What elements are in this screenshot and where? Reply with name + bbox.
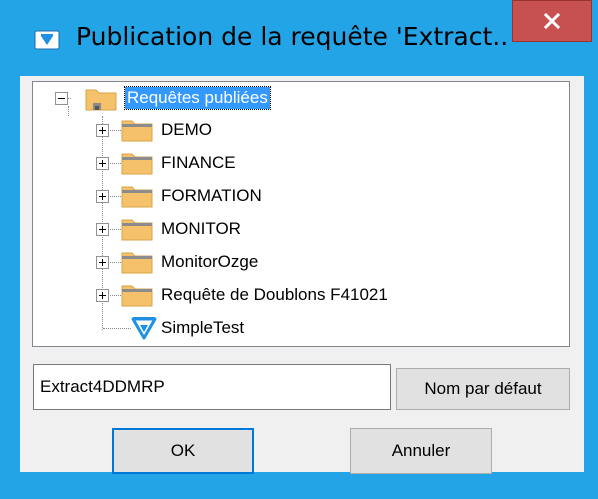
folder-icon bbox=[121, 252, 153, 274]
expand-icon[interactable] bbox=[96, 289, 109, 302]
tree-item-label: SimpleTest bbox=[161, 318, 245, 337]
collapse-icon[interactable] bbox=[55, 92, 68, 105]
window-title: Publication de la requête 'Extract... bbox=[76, 22, 506, 51]
close-icon bbox=[543, 12, 561, 30]
expand-icon[interactable] bbox=[96, 223, 109, 236]
tree-item-label: DEMO bbox=[161, 120, 212, 139]
expand-icon[interactable] bbox=[96, 256, 109, 269]
tree-item-label: FORMATION bbox=[161, 186, 262, 205]
ok-button-label: OK bbox=[170, 441, 196, 460]
cancel-button-label: Annuler bbox=[391, 441, 451, 460]
folder-icon bbox=[121, 285, 153, 307]
tree-item-label: MonitorOzge bbox=[161, 252, 259, 271]
expand-icon[interactable] bbox=[96, 190, 109, 203]
tree-item-label: Requête de Doublons F41021 bbox=[161, 285, 388, 304]
cancel-button[interactable]: Annuler bbox=[350, 428, 492, 474]
close-button[interactable] bbox=[512, 0, 592, 42]
query-name-field[interactable] bbox=[33, 364, 391, 410]
folder-open-icon bbox=[85, 89, 117, 111]
ok-button[interactable]: OK bbox=[112, 428, 254, 474]
app-icon bbox=[34, 30, 60, 50]
folder-icon bbox=[121, 186, 153, 208]
query-icon bbox=[131, 317, 157, 340]
folder-icon bbox=[121, 153, 153, 175]
expand-icon[interactable] bbox=[96, 124, 109, 137]
tree-root-label[interactable]: Requêtes publiées bbox=[124, 86, 271, 110]
default-name-button-label: Nom par défaut bbox=[424, 379, 542, 398]
expand-icon[interactable] bbox=[96, 157, 109, 170]
tree-item-label: FINANCE bbox=[161, 153, 236, 172]
folder-icon bbox=[121, 120, 153, 142]
default-name-button[interactable]: Nom par défaut bbox=[396, 368, 570, 410]
tree-item-label: MONITOR bbox=[161, 219, 241, 238]
title-bar[interactable]: Publication de la requête 'Extract... bbox=[0, 0, 598, 80]
folder-icon bbox=[121, 219, 153, 241]
folder-tree[interactable]: Requêtes publiées DEMO FINANCE FORMATION… bbox=[32, 81, 570, 347]
dialog-window: Publication de la requête 'Extract... Re… bbox=[0, 0, 598, 499]
